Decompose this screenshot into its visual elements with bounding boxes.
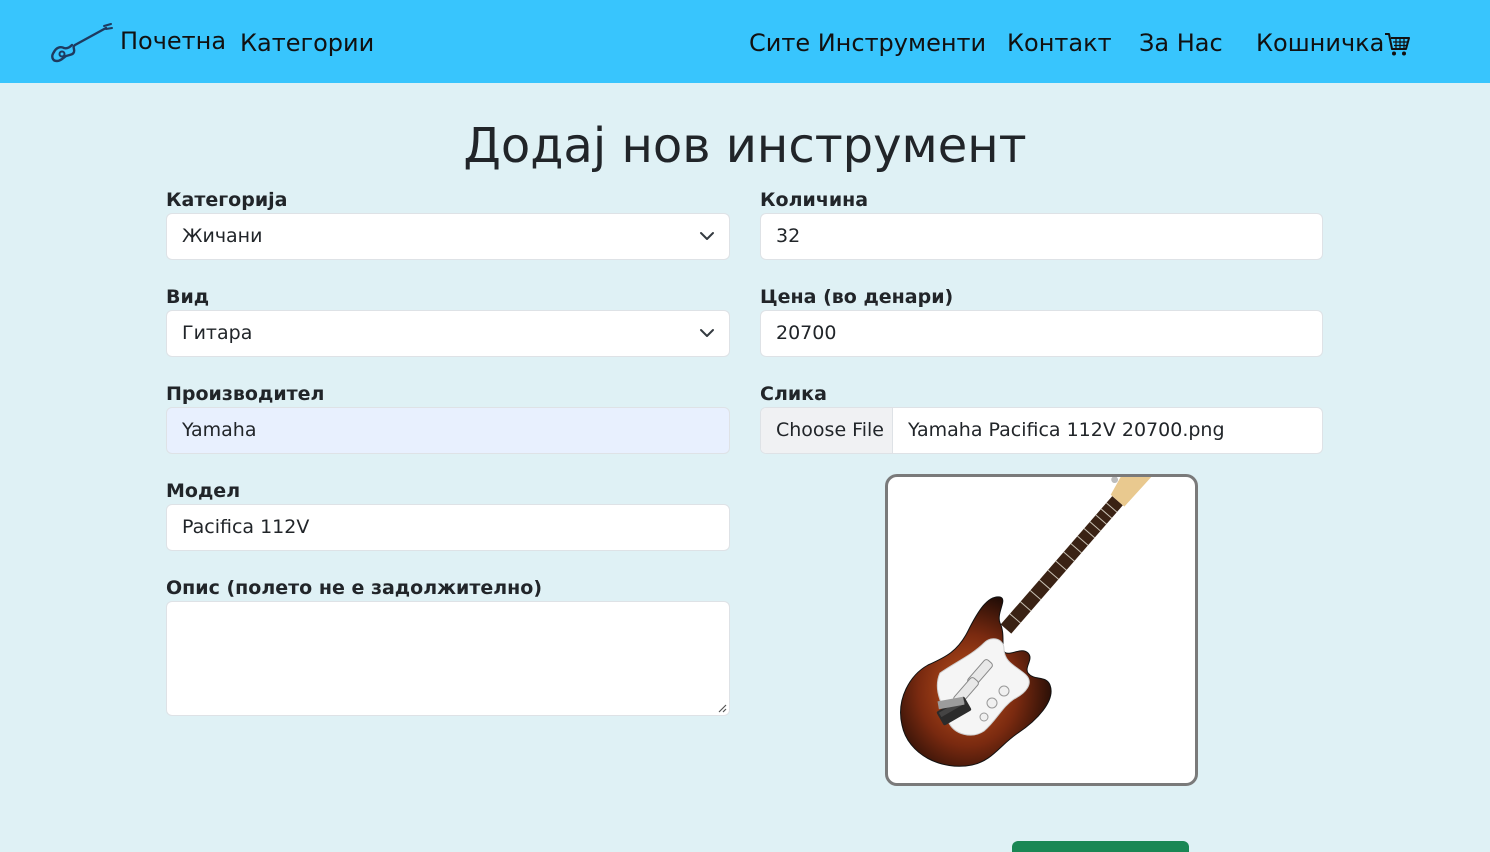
quantity-input[interactable]: 32 bbox=[760, 213, 1323, 260]
type-select[interactable]: Гитара bbox=[166, 310, 730, 357]
category-select-value: Жичани bbox=[182, 225, 263, 247]
category-label: Категорија bbox=[166, 189, 288, 211]
price-input[interactable]: 20700 bbox=[760, 310, 1323, 357]
nav-categories-link[interactable]: Категории bbox=[240, 28, 374, 58]
manufacturer-input[interactable]: Yamaha bbox=[166, 407, 730, 454]
model-label: Модел bbox=[166, 480, 241, 502]
chevron-down-icon bbox=[700, 232, 714, 240]
description-label: Опис (полето не е задолжително) bbox=[166, 577, 543, 599]
type-label: Вид bbox=[166, 286, 210, 308]
nav-about-link[interactable]: За Нас bbox=[1139, 28, 1223, 58]
cart-icon[interactable] bbox=[1383, 30, 1411, 58]
manufacturer-label: Производител bbox=[166, 383, 325, 405]
page-title: Додај нов инструмент bbox=[463, 118, 1027, 174]
image-preview bbox=[885, 474, 1198, 786]
quantity-input-value: 32 bbox=[776, 225, 801, 247]
navbar: Почетна Категории Сите Инструменти Конта… bbox=[0, 0, 1490, 83]
category-select[interactable]: Жичани bbox=[166, 213, 730, 260]
selected-file-name: Yamaha Pacifica 112V 20700.png bbox=[908, 419, 1225, 441]
manufacturer-input-value: Yamaha bbox=[182, 419, 257, 441]
description-textarea[interactable] bbox=[166, 601, 730, 716]
image-label: Слика bbox=[760, 383, 827, 405]
image-file-input[interactable]: Choose File Yamaha Pacifica 112V 20700.p… bbox=[760, 407, 1323, 454]
model-input-value: Pacifica 112V bbox=[182, 516, 310, 538]
model-input[interactable]: Pacifica 112V bbox=[166, 504, 730, 551]
nav-home-link[interactable]: Почетна bbox=[120, 26, 226, 56]
chevron-down-icon bbox=[700, 329, 714, 337]
quantity-label: Количина bbox=[760, 189, 869, 211]
price-label: Цена (во денари) bbox=[760, 286, 954, 308]
submit-button[interactable] bbox=[1012, 841, 1189, 852]
nav-all-instruments-link[interactable]: Сите Инструменти bbox=[749, 28, 986, 58]
nav-cart-link[interactable]: Кошничка bbox=[1256, 28, 1384, 58]
type-select-value: Гитара bbox=[182, 322, 253, 344]
guitar-icon[interactable] bbox=[48, 22, 114, 66]
price-input-value: 20700 bbox=[776, 322, 837, 344]
nav-contact-link[interactable]: Контакт bbox=[1007, 28, 1112, 58]
choose-file-button[interactable]: Choose File bbox=[761, 408, 893, 453]
resize-handle-icon[interactable] bbox=[717, 703, 727, 713]
guitar-image bbox=[900, 477, 1154, 767]
